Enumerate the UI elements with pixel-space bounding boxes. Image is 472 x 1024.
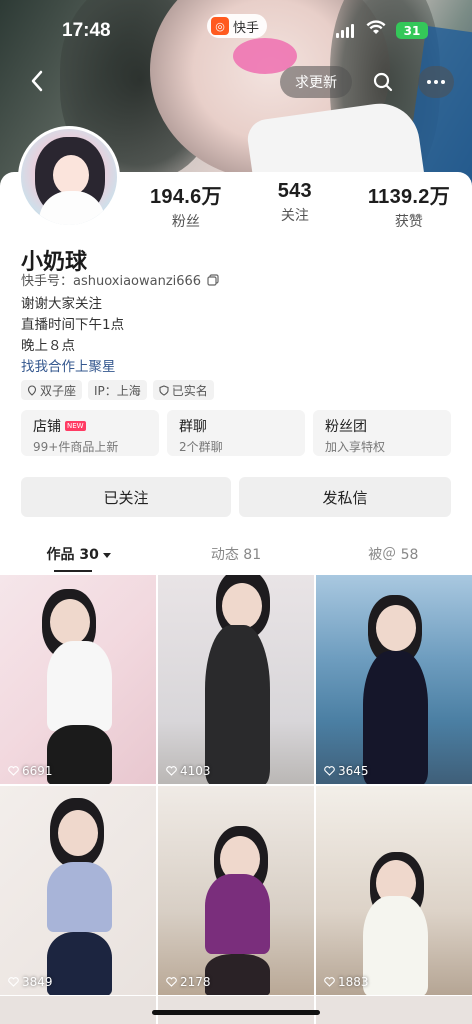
back-button[interactable]: [22, 66, 52, 96]
tag-verified: 已实名: [152, 380, 214, 400]
stat-value: 1139.2万: [367, 186, 450, 208]
tab-label: 作品 30: [46, 547, 99, 563]
post-thumbnail[interactable]: 1883: [316, 786, 472, 995]
posts-grid: 6691 4103 3645 3849 2178 1883: [0, 575, 472, 995]
post-likes: 3645: [324, 764, 369, 778]
profile-actions: 已关注 发私信: [21, 477, 451, 517]
stat-following[interactable]: 543 关注: [278, 180, 312, 231]
stat-value: 543: [277, 180, 312, 202]
tag-label: 双子座: [40, 383, 77, 398]
tab-mentions[interactable]: 被＠ 58: [315, 540, 472, 576]
dropdown-triangle-icon: [102, 552, 111, 558]
search-button[interactable]: [366, 66, 400, 98]
feature-title: 粉丝团: [325, 419, 367, 435]
bio-line: 直播时间下午1点: [21, 317, 125, 333]
heart-icon: [324, 977, 335, 987]
location-pin-icon: [27, 384, 37, 396]
wifi-icon: [366, 20, 386, 34]
bio-line: 谢谢大家关注: [21, 296, 102, 312]
feature-entries: 店铺 NEW 99+件商品上新 群聊 2个群聊 粉丝团 加入享特权: [21, 410, 451, 456]
heart-icon: [324, 766, 335, 776]
tab-label: 动态 81: [210, 547, 262, 563]
tab-works[interactable]: 作品 30: [0, 540, 157, 576]
app-pill[interactable]: ◎ 快手: [207, 14, 268, 38]
feature-title: 群聊: [179, 419, 207, 435]
likes-count: 2178: [180, 975, 211, 989]
request-update-button[interactable]: 求更新: [280, 66, 352, 98]
likes-count: 6691: [22, 764, 53, 778]
stat-value: 194.6万: [150, 186, 222, 208]
group-chat-entry[interactable]: 群聊 2个群聊: [167, 410, 305, 456]
home-indicator[interactable]: [152, 1010, 320, 1015]
post-likes: 4103: [166, 764, 211, 778]
profile-tags: 双子座 IP：上海 已实名: [21, 380, 214, 400]
post-likes: 3849: [8, 975, 53, 989]
post-likes: 1883: [324, 975, 369, 989]
post-thumbnail[interactable]: 4103: [158, 575, 314, 784]
tab-label: 被＠ 58: [368, 547, 419, 563]
shield-icon: [159, 384, 169, 396]
post-thumbnail[interactable]: 3645: [316, 575, 472, 784]
handle-text: 快手号：ashuoxiaowanzi666: [21, 274, 202, 289]
search-icon: [373, 72, 393, 92]
post-thumbnail[interactable]: 6691: [0, 575, 156, 784]
status-time: 17:48: [62, 20, 111, 41]
post-thumbnail[interactable]: 3849: [0, 786, 156, 995]
stat-label: 粉丝: [171, 214, 200, 230]
stat-label: 关注: [280, 208, 309, 224]
feature-subtitle: 99+件商品上新: [33, 440, 119, 454]
post-thumbnail[interactable]: 2178: [158, 786, 314, 995]
copy-icon[interactable]: [207, 273, 219, 286]
feature-subtitle: 加入享特权: [325, 440, 386, 454]
send-message-button[interactable]: 发私信: [239, 477, 451, 517]
profile-stats: 194.6万 粉丝 543 关注 1139.2万 获赞: [150, 180, 450, 231]
tag-label: IP：上海: [94, 383, 141, 398]
battery-indicator: 31: [396, 22, 428, 39]
profile-bio: 谢谢大家关注 直播时间下午1点 晚上８点 找我合作上聚星: [21, 294, 124, 378]
tag-zodiac: 双子座: [21, 380, 83, 400]
post-likes: 2178: [166, 975, 211, 989]
app-name: 快手: [233, 20, 260, 36]
more-dots-icon: [427, 80, 431, 84]
bio-cooperation-link[interactable]: 找我合作上聚星: [21, 357, 124, 378]
post-likes: 6691: [8, 764, 53, 778]
shop-entry[interactable]: 店铺 NEW 99+件商品上新: [21, 410, 159, 456]
signal-icon: [336, 24, 354, 38]
heart-icon: [8, 766, 19, 776]
tag-ip: IP：上海: [88, 380, 147, 400]
stat-followers[interactable]: 194.6万 粉丝: [150, 180, 222, 231]
stat-likes[interactable]: 1139.2万 获赞: [368, 180, 450, 231]
likes-count: 3849: [22, 975, 53, 989]
content-tabs: 作品 30 动态 81 被＠ 58: [0, 540, 472, 576]
profile-handle: 快手号：ashuoxiaowanzi666: [21, 270, 219, 289]
tag-label: 已实名: [171, 383, 208, 398]
followed-button[interactable]: 已关注: [21, 477, 231, 517]
heart-icon: [166, 977, 177, 987]
heart-icon: [8, 977, 19, 987]
likes-count: 1883: [338, 975, 369, 989]
chevron-left-icon: [31, 70, 43, 92]
tab-moments[interactable]: 动态 81: [157, 540, 314, 576]
feature-title: 店铺: [33, 419, 61, 435]
status-bar: 17:48 ◎ 快手 31: [0, 0, 472, 60]
stat-label: 获赞: [394, 214, 423, 230]
avatar[interactable]: [18, 126, 120, 228]
new-badge: NEW: [65, 421, 86, 431]
heart-icon: [166, 766, 177, 776]
feature-subtitle: 2个群聊: [179, 440, 223, 454]
bio-line: 晚上８点: [21, 338, 75, 354]
likes-count: 3645: [338, 764, 369, 778]
kuaishou-logo-icon: ◎: [211, 17, 229, 35]
likes-count: 4103: [180, 764, 211, 778]
more-options-button[interactable]: [418, 66, 454, 98]
fan-club-entry[interactable]: 粉丝团 加入享特权: [313, 410, 451, 456]
